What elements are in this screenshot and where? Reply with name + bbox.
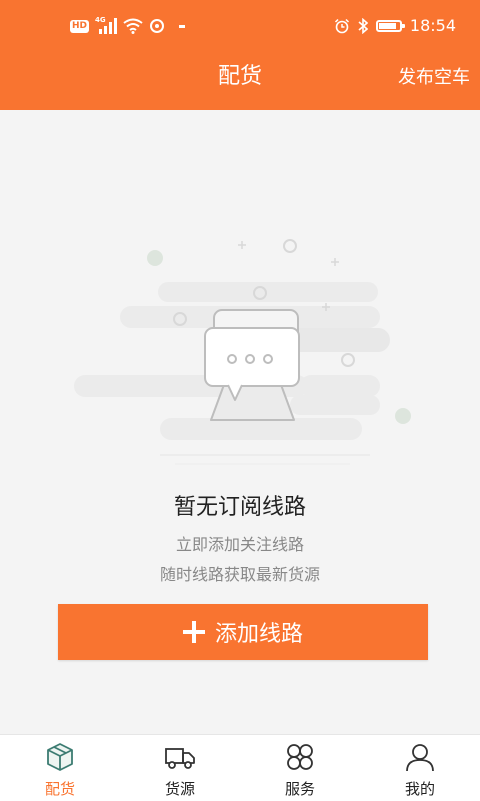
battery-icon	[375, 20, 405, 32]
top-header: HD 4G 18:54 配货 发布空车	[0, 0, 480, 110]
add-route-label: 添加线路	[214, 622, 303, 647]
nav-label-dispatch: 配货	[44, 780, 75, 798]
notification-dash-icon	[179, 24, 186, 28]
wifi-icon	[123, 18, 143, 34]
network-type: 4G	[95, 16, 106, 24]
empty-state-title: 暂无订阅线路	[173, 495, 306, 520]
chat-bubbles-icon	[74, 239, 411, 465]
nav-item-mine[interactable]: 我的	[360, 735, 480, 801]
nav-label-service: 服务	[284, 780, 315, 798]
battery-level	[378, 23, 396, 29]
plus-icon	[182, 621, 205, 643]
hotspot-icon	[150, 19, 165, 33]
cellular-signal-icon: 4G	[95, 16, 118, 34]
bottom-nav: 配货 货源 服务 我的	[0, 734, 480, 801]
truck-icon	[165, 748, 195, 769]
bluetooth-icon	[358, 18, 368, 34]
package-icon	[47, 743, 73, 771]
user-icon	[406, 744, 434, 772]
status-right: 18:54	[334, 16, 456, 36]
status-left: HD 4G	[70, 16, 186, 34]
nav-item-cargo-source[interactable]: 货源	[120, 735, 240, 801]
status-bar: HD 4G 18:54	[0, 0, 480, 56]
nav-label-mine: 我的	[404, 780, 435, 798]
nav-item-dispatch[interactable]: 配货	[0, 735, 120, 801]
add-route-button[interactable]: 添加线路	[58, 604, 428, 660]
hd-badge: HD	[70, 19, 90, 33]
nav-label-cargo-source: 货源	[164, 780, 195, 798]
publish-empty-truck-button[interactable]: 发布空车	[398, 64, 470, 92]
nav-item-service[interactable]: 服务	[240, 735, 360, 801]
service-grid-icon	[287, 744, 313, 770]
clock-time: 18:54	[409, 16, 456, 35]
empty-state-line-2: 随时线路获取最新货源	[159, 565, 320, 584]
empty-state-line-1: 立即添加关注线路	[175, 535, 304, 554]
alarm-icon	[334, 18, 349, 34]
